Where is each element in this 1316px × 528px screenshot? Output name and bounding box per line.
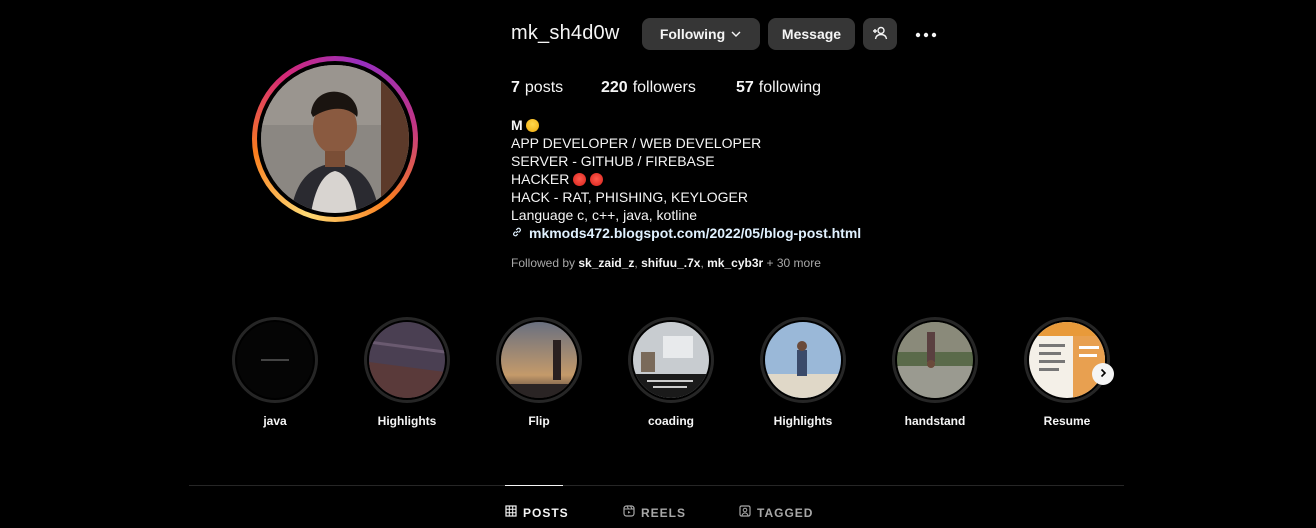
grid-icon	[505, 505, 523, 520]
tab-reels[interactable]: REELS	[623, 505, 686, 520]
more-options-icon	[914, 25, 938, 43]
chevron-right-icon	[1098, 365, 1108, 383]
profile-avatar[interactable]	[252, 56, 418, 222]
bio-name: M	[511, 117, 523, 133]
message-button-label: Message	[781, 26, 842, 42]
highlight-label: Resume	[1043, 414, 1091, 428]
highlight-cover	[633, 322, 709, 398]
highlight-cover	[765, 322, 841, 398]
highlight-item[interactable]: Highlights	[748, 317, 858, 428]
bio-name-line: M	[511, 116, 861, 134]
follower-username[interactable]: shifuu_.7x	[641, 256, 700, 270]
following-count: 57	[736, 79, 754, 96]
avatar-photo	[261, 65, 409, 213]
highlight-cover	[897, 322, 973, 398]
bio-link-row: mkmods472.blogspot.com/2022/05/blog-post…	[511, 224, 861, 242]
highlight-item[interactable]: java	[220, 317, 330, 428]
suggested-users-button[interactable]	[863, 18, 897, 50]
active-tab-indicator	[505, 485, 563, 486]
following-button[interactable]: Following	[642, 18, 760, 50]
followed-by-more: + 30 more	[766, 256, 821, 270]
highlight-item[interactable]: coading	[616, 317, 726, 428]
tab-label: REELS	[641, 505, 687, 520]
bio-line-text: HACKER	[511, 171, 570, 187]
chevron-down-icon	[730, 28, 742, 40]
followed-by-prefix: Followed by	[511, 256, 576, 270]
followers-count: 220	[601, 79, 628, 96]
posts-stat: 7 posts	[511, 79, 601, 97]
profile-bio: M APP DEVELOPER / WEB DEVELOPER SERVER -…	[511, 116, 861, 242]
more-options-button[interactable]	[910, 22, 942, 46]
highlight-label: handstand	[904, 414, 966, 428]
tagged-icon	[739, 505, 757, 520]
highlight-label: Highlights	[773, 414, 833, 428]
highlight-item[interactable]: Highlights	[352, 317, 462, 428]
bio-line: HACK - RAT, PHISHING, KEYLOGER	[511, 189, 749, 205]
highlight-label: Flip	[528, 414, 550, 428]
devil-emoji-icon	[573, 172, 587, 186]
profile-page: mk_sh4d0w Following Message 7 posts 220 …	[0, 0, 1316, 528]
followers-stat[interactable]: 220 followers	[601, 79, 736, 97]
bio-line: APP DEVELOPER / WEB DEVELOPER	[511, 135, 762, 151]
posts-count: 7	[511, 79, 520, 96]
follower-username[interactable]: mk_cyb3r	[707, 256, 763, 270]
bio-line: Language c, c++, java, kotline	[511, 207, 698, 223]
tab-tagged[interactable]: TAGGED	[739, 505, 813, 520]
highlight-label: java	[263, 414, 287, 428]
follower-username[interactable]: sk_zaid_z	[578, 256, 634, 270]
highlight-cover	[369, 322, 445, 398]
posts-label: posts	[524, 79, 564, 96]
tab-label: TAGGED	[757, 505, 814, 520]
following-button-label: Following	[659, 26, 726, 42]
bio-line: SERVER - GITHUB / FIREBASE	[511, 153, 715, 169]
highlights-next-button[interactable]	[1092, 363, 1114, 385]
highlight-item[interactable]: Flip	[484, 317, 594, 428]
tab-posts[interactable]: POSTS	[505, 505, 569, 520]
bio-website-link[interactable]: mkmods472.blogspot.com/2022/05/blog-post…	[529, 224, 861, 242]
following-stat-label: following	[758, 79, 822, 96]
add-user-icon	[872, 25, 888, 44]
link-icon	[511, 224, 523, 242]
highlight-label: coading	[647, 414, 694, 428]
followers-label: followers	[632, 79, 696, 96]
tabs-divider	[189, 485, 1124, 486]
highlight-item[interactable]: handstand	[880, 317, 990, 428]
grinning-face-emoji-icon	[525, 118, 539, 132]
followed-by-text[interactable]: Followed by sk_zaid_z, shifuu_.7x, mk_cy…	[511, 256, 821, 270]
highlight-cover	[501, 322, 577, 398]
highlight-cover	[1029, 322, 1105, 398]
highlight-label: Highlights	[377, 414, 437, 428]
message-button[interactable]: Message	[768, 18, 855, 50]
bio-line-hacker: HACKER	[511, 170, 861, 188]
profile-username: mk_sh4d0w	[511, 22, 620, 44]
highlight-cover	[237, 322, 313, 398]
devil-emoji-icon	[590, 172, 604, 186]
tab-label: POSTS	[523, 505, 569, 520]
profile-stats: 7 posts 220 followers 57 following	[511, 79, 821, 97]
following-stat[interactable]: 57 following	[736, 79, 821, 97]
reels-icon	[623, 505, 641, 520]
